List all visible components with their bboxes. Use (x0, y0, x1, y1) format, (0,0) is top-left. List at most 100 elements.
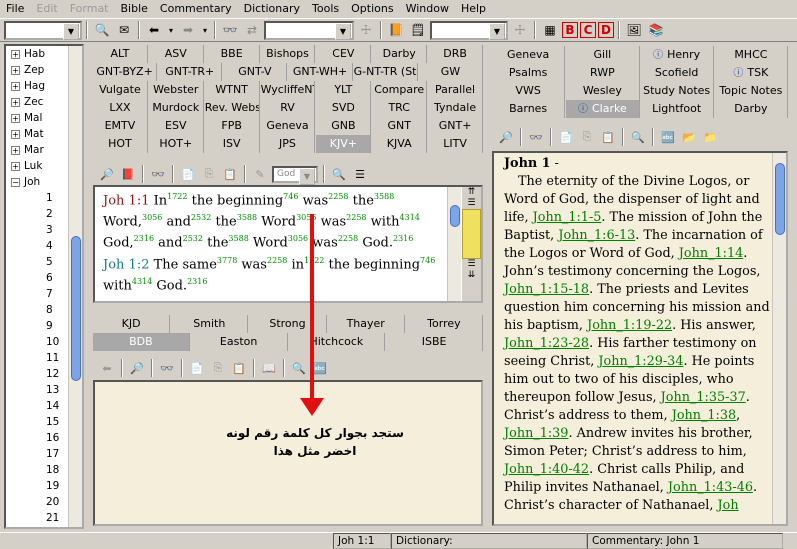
bible-tab-darby[interactable]: Darby (372, 45, 428, 63)
bible-tab-gnt[interactable]: GNT (372, 117, 428, 135)
menu-commentary[interactable]: Commentary (154, 1, 238, 16)
strong-number[interactable]: 1722 (167, 192, 187, 201)
menu-edit[interactable]: Edit (30, 1, 63, 16)
strong-number[interactable]: 4314 (400, 213, 420, 222)
menu-help[interactable]: Help (455, 1, 492, 16)
strong-number[interactable]: 2316 (187, 277, 207, 286)
zoom-icon[interactable]: 🔍 (330, 165, 348, 183)
document-icon[interactable]: 📄 (179, 165, 197, 183)
bible-tab-kjv[interactable]: KJV+ (316, 135, 372, 153)
bible-tab-vulgate[interactable]: Vulgate (93, 81, 148, 99)
bible-tab-jps[interactable]: JPS (260, 135, 316, 153)
paste-icon[interactable]: 📋 (230, 359, 248, 377)
commentary-scroll-thumb[interactable] (775, 163, 785, 235)
bible-tab-gnt-byz[interactable]: GNT-BYZ+ (93, 63, 158, 81)
strong-number[interactable]: 3056 (142, 213, 162, 222)
bible-tab-compare[interactable]: Compare (372, 81, 428, 99)
scripture-link[interactable]: John_1:29-34 (598, 354, 683, 369)
bible-tab-kjva[interactable]: KJVA (372, 135, 428, 153)
bible-tab-murdock[interactable]: Murdock (148, 99, 204, 117)
bible-tab-rv[interactable]: RV (260, 99, 316, 117)
bible-tab-parallel[interactable]: Parallel (428, 81, 483, 99)
strong-number[interactable]: 746 (420, 256, 435, 265)
menu-bible[interactable]: Bible (115, 1, 154, 16)
commentary-tab-rwp[interactable]: RWP (566, 64, 640, 82)
dictionary-tab-torrey[interactable]: Torrey (405, 315, 483, 333)
menu-tools[interactable]: Tools (306, 1, 345, 16)
copy-icon[interactable]: ⎘ (200, 165, 218, 183)
commentary-tab-study-notes[interactable]: Study Notes (640, 82, 714, 100)
strong-number[interactable]: 3588 (237, 213, 257, 222)
bible-tab-hot[interactable]: HOT (93, 135, 148, 153)
commentary-tab-clarke[interactable]: ⓘ Clarke (566, 100, 640, 118)
commentary-tab-lightfoot[interactable]: Lightfoot (640, 100, 714, 118)
commentary-tab-tsk[interactable]: ⓘ TSK (714, 64, 788, 82)
strong-number[interactable]: 3588 (228, 234, 248, 243)
dictionary-d-icon[interactable]: D (598, 22, 614, 38)
bible-tab-alt[interactable]: ALT (93, 45, 148, 63)
commentary-tab-mhcc[interactable]: MHCC (714, 46, 788, 64)
scripture-link[interactable]: John_1:14 (679, 246, 743, 261)
folder-up-icon[interactable]: 📂 (680, 128, 698, 146)
dictionary-tab-thayer[interactable]: Thayer (327, 315, 405, 333)
bible-tab-tyndale[interactable]: Tyndale (428, 99, 483, 117)
strong-number[interactable]: 3778 (217, 256, 237, 265)
bible-tab-emtv[interactable]: EMTV (93, 117, 148, 135)
commentary-tab-wesley[interactable]: Wesley (566, 82, 640, 100)
bible-tab-cev[interactable]: CEV (316, 45, 372, 63)
expand-icon[interactable]: + (11, 161, 20, 171)
menu-format[interactable]: Format (64, 1, 115, 16)
highlighter-icon[interactable]: ✎ (251, 165, 269, 183)
books-stack-icon[interactable]: 📚 (646, 20, 666, 40)
strong-number[interactable]: 3588 (374, 192, 394, 201)
scripture-link[interactable]: John_1:40-42 (504, 462, 589, 477)
bible-tab-gnt-tr[interactable]: GNT-TR+ (158, 63, 223, 81)
nav-up-icon[interactable]: ⇈ (462, 187, 481, 198)
open-book-icon[interactable]: 📖 (260, 359, 278, 377)
tree-scrollbar[interactable] (68, 46, 82, 527)
bible-b-icon[interactable]: B (562, 22, 578, 38)
search-page-icon[interactable]: 🔎 (497, 128, 515, 146)
collapse-icon[interactable]: − (11, 177, 20, 187)
expand-icon[interactable]: + (11, 97, 20, 107)
commentary-tab-barnes[interactable]: Barnes (492, 100, 566, 118)
commentary-c-icon[interactable]: C (580, 22, 596, 38)
scripture-link[interactable]: John_1:15-18 (504, 282, 589, 297)
strong-number[interactable]: 746 (283, 192, 298, 201)
bible-tab-wycliffent[interactable]: WycliffeNT (260, 81, 316, 99)
verse-combo[interactable] (264, 20, 354, 40)
book-combo[interactable] (4, 20, 82, 40)
bible-scrollbar[interactable] (447, 187, 461, 301)
strong-number[interactable]: 2258 (267, 256, 287, 265)
search-page-icon[interactable]: 🔎 (98, 165, 116, 183)
scripture-link[interactable]: John_1:1-5 (533, 210, 602, 225)
expand-icon[interactable]: + (11, 65, 20, 75)
dictionary-tab-isbe[interactable]: ISBE (386, 333, 483, 351)
scripture-link[interactable]: John_1:43-46 (668, 480, 753, 495)
bible-tab-ylt[interactable]: YLT (316, 81, 372, 99)
commentary-tab-vws[interactable]: VWS (492, 82, 566, 100)
tree-scroll-thumb[interactable] (71, 236, 81, 381)
bible-tab-isv[interactable]: ISV (204, 135, 260, 153)
strong-number[interactable]: 2532 (183, 234, 203, 243)
commentary-tab-gill[interactable]: Gill (566, 46, 640, 64)
expand-icon[interactable]: + (11, 129, 20, 139)
nav-down-icon[interactable]: ⇊ (462, 270, 481, 281)
zoom-icon[interactable]: 🔍 (290, 359, 308, 377)
bible-tab-hot[interactable]: HOT+ (148, 135, 204, 153)
strong-number[interactable]: 2532 (191, 213, 211, 222)
nav-list-icon[interactable]: ☰ (462, 198, 481, 209)
bible-tab-gw[interactable]: GW (418, 63, 483, 81)
strong-number[interactable]: 2316 (393, 234, 413, 243)
dictionary-tab-smith[interactable]: Smith (171, 315, 249, 333)
bible-tab-gnt-v[interactable]: GNT-V (223, 63, 288, 81)
strong-number[interactable]: 2258 (328, 192, 348, 201)
scripture-link[interactable]: John_1:23-28 (504, 336, 589, 351)
book-icon[interactable]: 📙 (386, 20, 406, 40)
binoculars-icon[interactable]: 👓 (149, 165, 167, 183)
forward-arrow-icon[interactable]: ➡ (178, 20, 198, 40)
copy-icon[interactable]: ⎘ (209, 359, 227, 377)
document-icon[interactable]: 📄 (557, 128, 575, 146)
picture-icon[interactable]: 🖼 (624, 20, 644, 40)
strong-number[interactable]: 4314 (132, 277, 152, 286)
